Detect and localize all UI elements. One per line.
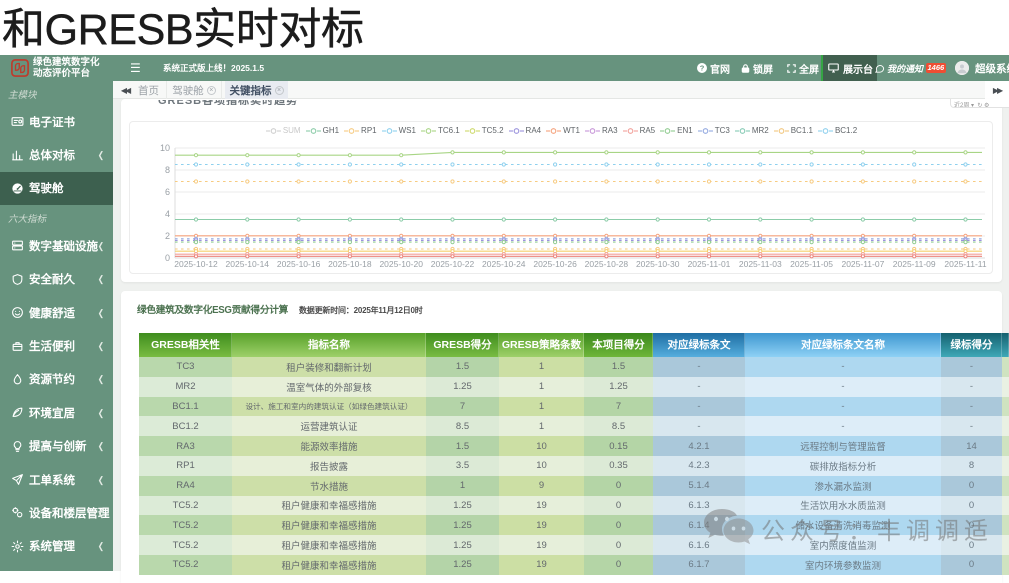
svg-text:10: 10 (160, 143, 170, 153)
svg-text:2025-10-16: 2025-10-16 (277, 259, 321, 269)
svg-text:2025-10-30: 2025-10-30 (636, 259, 680, 269)
svg-text:2025-10-24: 2025-10-24 (482, 259, 526, 269)
svg-text:2025-11-07: 2025-11-07 (841, 259, 884, 269)
svg-text:8: 8 (165, 165, 170, 175)
svg-text:2: 2 (165, 231, 170, 241)
svg-text:2025-10-22: 2025-10-22 (431, 259, 475, 269)
svg-text:?: ? (700, 64, 705, 73)
svg-text:2025-10-26: 2025-10-26 (533, 259, 577, 269)
svg-text:0: 0 (165, 253, 170, 263)
svg-text:2025-11-01: 2025-11-01 (688, 259, 731, 269)
svg-text:2025-10-20: 2025-10-20 (379, 259, 423, 269)
svg-text:2025-10-12: 2025-10-12 (174, 259, 218, 269)
svg-text:2025-10-14: 2025-10-14 (226, 259, 270, 269)
svg-text:4: 4 (165, 209, 170, 219)
svg-text:2025-11-09: 2025-11-09 (893, 259, 936, 269)
svg-text:6: 6 (165, 187, 170, 197)
svg-text:2025-11-11: 2025-11-11 (944, 259, 986, 269)
svg-text:2025-10-28: 2025-10-28 (585, 259, 629, 269)
svg-text:2025-11-05: 2025-11-05 (790, 259, 833, 269)
svg-text:2025-10-18: 2025-10-18 (328, 259, 372, 269)
svg-text:2025-11-03: 2025-11-03 (739, 259, 782, 269)
